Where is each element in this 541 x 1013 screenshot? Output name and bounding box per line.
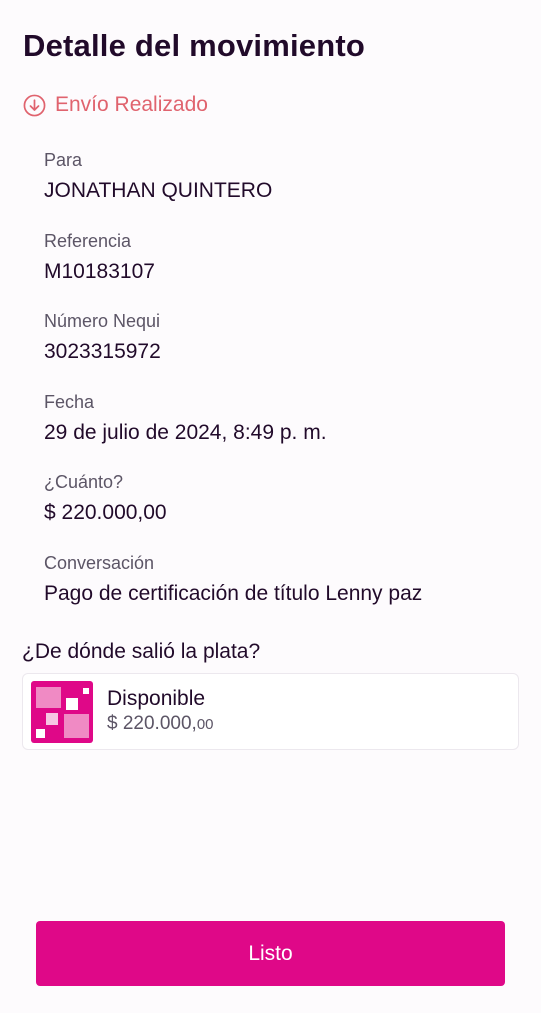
source-amount-cents: 00 (196, 716, 214, 733)
status-row: Envío Realizado (23, 93, 208, 117)
source-amount-main: $ 220.000, (107, 713, 197, 734)
source-card: Disponible $ 220.000,00 (22, 673, 519, 750)
nequi-disponible-icon (31, 680, 93, 743)
field-value: $ 220.000,00 (44, 501, 167, 524)
status-label: Envío Realizado (55, 93, 208, 116)
field-value: 3023315972 (44, 340, 161, 363)
field-numero-nequi: Número Nequi 3023315972 (44, 310, 161, 364)
movement-detail-screen: Detalle del movimiento Envío Realizado P… (0, 0, 541, 1013)
field-value: Pago de certificación de título Lenny pa… (44, 582, 423, 605)
field-label: Conversación (44, 553, 155, 573)
field-label: Fecha (44, 392, 95, 412)
done-button[interactable]: Listo (36, 921, 505, 986)
field-value: M10183107 (44, 260, 155, 283)
source-amount: $ 220.000,00 (107, 712, 214, 737)
field-fecha: Fecha 29 de julio de 2024, 8:49 p. m. (44, 391, 327, 445)
source-name: Disponible (107, 687, 206, 710)
field-label: ¿Cuánto? (44, 472, 124, 492)
field-cuanto: ¿Cuánto? $ 220.000,00 (44, 471, 167, 525)
field-conversacion: Conversación Pago de certificación de tí… (44, 552, 422, 606)
field-label: Para (44, 150, 83, 170)
field-label: Referencia (44, 231, 132, 251)
arrow-down-circle-icon (23, 94, 46, 117)
field-label: Número Nequi (44, 311, 161, 331)
source-info: Disponible $ 220.000,00 (107, 686, 214, 737)
page-title: Detalle del movimiento (23, 28, 366, 63)
field-value: 29 de julio de 2024, 8:49 p. m. (44, 421, 327, 444)
field-referencia: Referencia M10183107 (44, 230, 155, 284)
field-value: JONATHAN QUINTERO (44, 179, 273, 202)
source-question: ¿De dónde salió la plata? (22, 640, 261, 663)
field-para: Para JONATHAN QUINTERO (44, 149, 272, 203)
